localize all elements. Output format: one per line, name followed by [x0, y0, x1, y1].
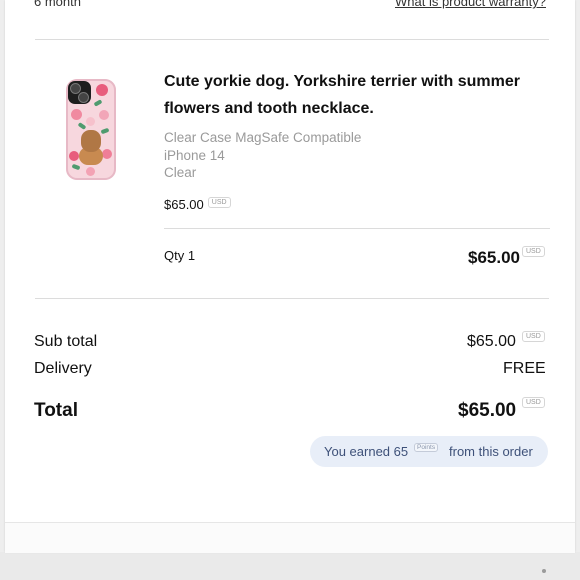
points-earned-text: You earned 65: [324, 444, 409, 459]
delivery-value: FREE: [503, 360, 546, 377]
dog-illustration: [81, 130, 101, 152]
camera-lens-icon: [78, 92, 89, 103]
leaf-decoration: [71, 163, 81, 171]
flower-decoration: [86, 117, 95, 126]
unit-price-value: $65.00: [164, 197, 204, 212]
flower-decoration: [69, 151, 79, 161]
points-badge: Points: [414, 443, 439, 452]
flower-decoration: [99, 110, 109, 120]
currency-badge: USD: [522, 331, 545, 342]
delivery-label: Delivery: [34, 360, 92, 377]
leaf-decoration: [77, 122, 87, 130]
product-warranty-link[interactable]: What is product warranty?: [395, 0, 546, 9]
phone-case-image: [66, 79, 116, 180]
warranty-period-text: 6 month: [34, 0, 81, 9]
flower-decoration: [102, 149, 112, 159]
points-suffix-text: from this order: [449, 444, 533, 459]
flower-decoration: [96, 84, 108, 96]
currency-badge: USD: [522, 397, 545, 408]
item-divider: [164, 228, 550, 229]
product-title-line: flowers and tooth necklace.: [164, 100, 374, 117]
line-total: $65.00: [468, 248, 520, 267]
top-divider: [35, 39, 549, 40]
unit-price: $65.00 USD: [164, 197, 231, 212]
leaf-decoration: [100, 127, 110, 135]
total-value: $65.00: [458, 400, 517, 421]
currency-badge: USD: [207, 197, 231, 208]
device-text: iPhone 14: [164, 148, 225, 163]
scroll-indicator-dot: [542, 569, 546, 573]
points-earned-pill: You earned 65 Points from this order: [310, 436, 548, 467]
currency-badge: USD: [522, 246, 545, 257]
flower-decoration: [86, 167, 95, 176]
camera-module-icon: [68, 81, 91, 104]
leaf-decoration: [93, 99, 103, 107]
subtotal-label: Sub total: [34, 333, 98, 350]
card-footer-band: [5, 522, 575, 553]
color-text: Clear: [164, 165, 197, 180]
flower-decoration: [71, 109, 82, 120]
subtotal-value: $65.00: [467, 333, 516, 350]
section-divider: [35, 298, 549, 299]
product-title: Cute yorkie dog. Yorkshire terrier with …: [164, 68, 556, 122]
total-label: Total: [34, 400, 78, 421]
case-type-text: Clear Case MagSafe Compatible: [164, 130, 362, 145]
page-bottom-strip: [0, 552, 580, 580]
product-title-line: Cute yorkie dog. Yorkshire terrier with …: [164, 73, 520, 90]
quantity-label: Qty 1: [164, 248, 196, 263]
